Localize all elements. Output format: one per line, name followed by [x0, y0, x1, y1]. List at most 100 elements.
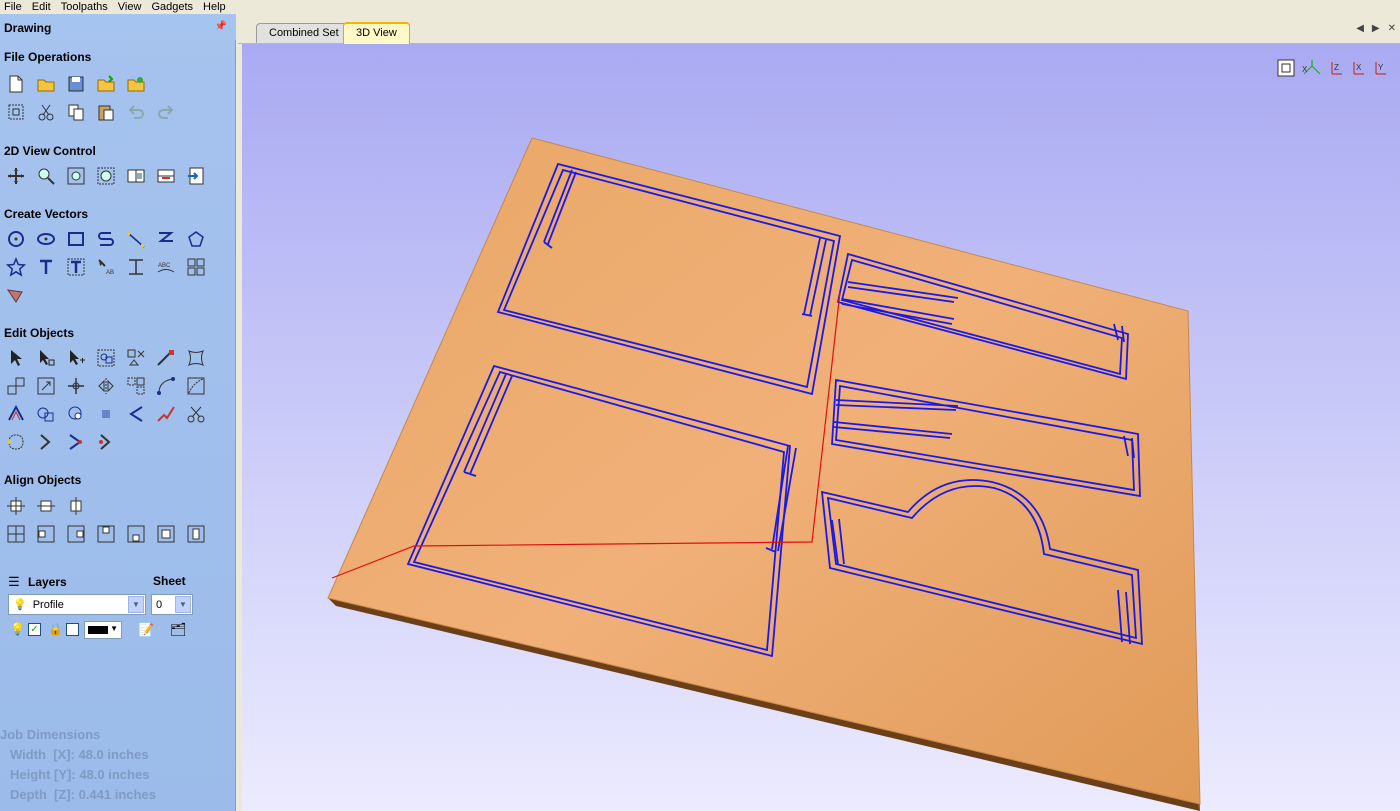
distribute-horizontal-icon[interactable]	[154, 522, 178, 546]
polyline-icon[interactable]	[94, 227, 118, 251]
section-align-objects: Align Objects	[4, 473, 82, 487]
layer-color-checkbox[interactable]	[66, 623, 79, 636]
fillet-icon[interactable]	[154, 374, 178, 398]
auto-layout-text-icon[interactable]	[64, 255, 88, 279]
move-icon[interactable]	[64, 374, 88, 398]
chevron-down-icon: ▼	[128, 596, 144, 613]
extend-icon[interactable]	[34, 430, 58, 454]
job-setup-icon[interactable]	[4, 100, 28, 124]
tab-navigation: ◀ ▶ ✕	[1356, 23, 1396, 34]
align-vertical-center-icon[interactable]	[64, 494, 88, 518]
smooth-icon[interactable]	[184, 374, 208, 398]
scissors-icon[interactable]	[184, 402, 208, 426]
menu-edit[interactable]: Edit	[28, 1, 57, 13]
polygon-icon[interactable]	[184, 227, 208, 251]
distribute-vertical-icon[interactable]	[184, 522, 208, 546]
ellipse-icon[interactable]	[34, 227, 58, 251]
weld-icon[interactable]	[34, 402, 58, 426]
align-left-icon[interactable]	[34, 522, 58, 546]
layer-visible-icon[interactable]: 💡	[10, 622, 25, 636]
menu-file[interactable]: File	[0, 1, 28, 13]
offset-icon[interactable]	[4, 402, 28, 426]
tab-next-icon[interactable]: ▶	[1372, 23, 1380, 34]
layer-color-picker[interactable]: ▼	[84, 621, 122, 639]
3d-view-canvas[interactable]: X Z X Y	[242, 44, 1400, 811]
job-dimensions-title: Job Dimensions	[0, 727, 101, 742]
transform-icon[interactable]	[64, 346, 88, 370]
tab-prev-icon[interactable]: ◀	[1356, 23, 1364, 34]
menu-gadgets[interactable]: Gadgets	[147, 1, 199, 13]
zoom-extents-icon[interactable]	[1277, 59, 1295, 77]
undo-icon[interactable]	[124, 100, 148, 124]
center-in-job-icon[interactable]	[4, 522, 28, 546]
layers-icon: ☰	[8, 574, 20, 589]
spline-icon[interactable]	[154, 227, 178, 251]
circle-icon[interactable]	[4, 227, 28, 251]
nest-icon[interactable]	[4, 374, 28, 398]
redo-icon[interactable]	[154, 100, 178, 124]
job-dimensions: Job Dimensions Width [X]: 48.0 inches He…	[0, 725, 234, 805]
import-view-icon[interactable]	[184, 164, 208, 188]
menu-help[interactable]: Help	[199, 1, 232, 13]
save-file-icon[interactable]	[64, 72, 88, 96]
view-top-bottom-icon[interactable]	[154, 164, 178, 188]
mirror-icon[interactable]	[94, 374, 118, 398]
text-icon[interactable]	[34, 255, 58, 279]
open-file-icon[interactable]	[34, 72, 58, 96]
text-block-icon[interactable]	[124, 255, 148, 279]
trim-icon[interactable]	[154, 346, 178, 370]
layer-select[interactable]: 💡 Profile ▼	[8, 594, 146, 615]
pan-icon[interactable]	[4, 164, 28, 188]
distort-icon[interactable]	[184, 346, 208, 370]
draw-tool-icon[interactable]	[4, 282, 28, 306]
align-bottom-icon[interactable]	[124, 522, 148, 546]
menu-view[interactable]: View	[114, 1, 148, 13]
bezier-icon[interactable]	[64, 430, 88, 454]
curve-icon[interactable]	[124, 227, 148, 251]
layer-active-checkbox[interactable]: ✓	[28, 623, 41, 636]
cut-icon[interactable]	[34, 100, 58, 124]
chevron-down-icon: ▼	[175, 596, 191, 613]
drawing-panel: Drawing 📌 File Operations 2D View Contro…	[0, 14, 236, 811]
align-center-icon[interactable]	[4, 494, 28, 518]
menu-toolpaths[interactable]: Toolpaths	[57, 1, 114, 13]
node-edit-icon[interactable]	[34, 346, 58, 370]
text-on-curve-icon[interactable]: AB	[94, 255, 118, 279]
layer-manager-icon[interactable]: 🗂	[170, 622, 187, 638]
scale-icon[interactable]	[34, 374, 58, 398]
new-file-icon[interactable]	[4, 72, 28, 96]
import-image-icon[interactable]	[124, 72, 148, 96]
align-top-icon[interactable]	[94, 522, 118, 546]
view-left-right-icon[interactable]	[124, 164, 148, 188]
array-copy-icon[interactable]	[184, 255, 208, 279]
rectangle-icon[interactable]	[64, 227, 88, 251]
subtract-icon[interactable]	[64, 402, 88, 426]
tab-3d-view[interactable]: 3D View	[343, 22, 410, 44]
intersect-icon[interactable]	[94, 402, 118, 426]
align-horizontal-center-icon[interactable]	[34, 494, 58, 518]
pin-icon[interactable]: 📌	[215, 21, 227, 32]
import-file-icon[interactable]	[94, 72, 118, 96]
zoom-box-icon[interactable]	[64, 164, 88, 188]
align-right-icon[interactable]	[64, 522, 88, 546]
paste-icon[interactable]	[94, 100, 118, 124]
tab-combined-set[interactable]: Combined Set	[256, 23, 352, 43]
join-icon[interactable]	[154, 402, 178, 426]
select-icon[interactable]	[4, 346, 28, 370]
view-tabs: Combined Set 3D View ◀ ▶ ✕	[238, 14, 1400, 44]
close-vectors-icon[interactable]	[4, 430, 28, 454]
copy-icon[interactable]	[64, 100, 88, 124]
star-icon[interactable]	[4, 255, 28, 279]
layer-properties-icon[interactable]: 📝	[138, 622, 154, 638]
layer-lock-icon[interactable]: 🔒	[48, 622, 63, 636]
block-copy-icon[interactable]	[124, 374, 148, 398]
ungroup-icon[interactable]	[124, 346, 148, 370]
zoom-extents-icon[interactable]	[94, 164, 118, 188]
zoom-icon[interactable]	[34, 164, 58, 188]
convert-icon[interactable]	[94, 430, 118, 454]
curve-fit-icon[interactable]	[124, 402, 148, 426]
tab-close-icon[interactable]: ✕	[1388, 23, 1396, 34]
sheet-select[interactable]: 0 ▼	[151, 594, 193, 615]
arc-text-icon[interactable]: ABC	[154, 255, 178, 279]
group-icon[interactable]	[94, 346, 118, 370]
